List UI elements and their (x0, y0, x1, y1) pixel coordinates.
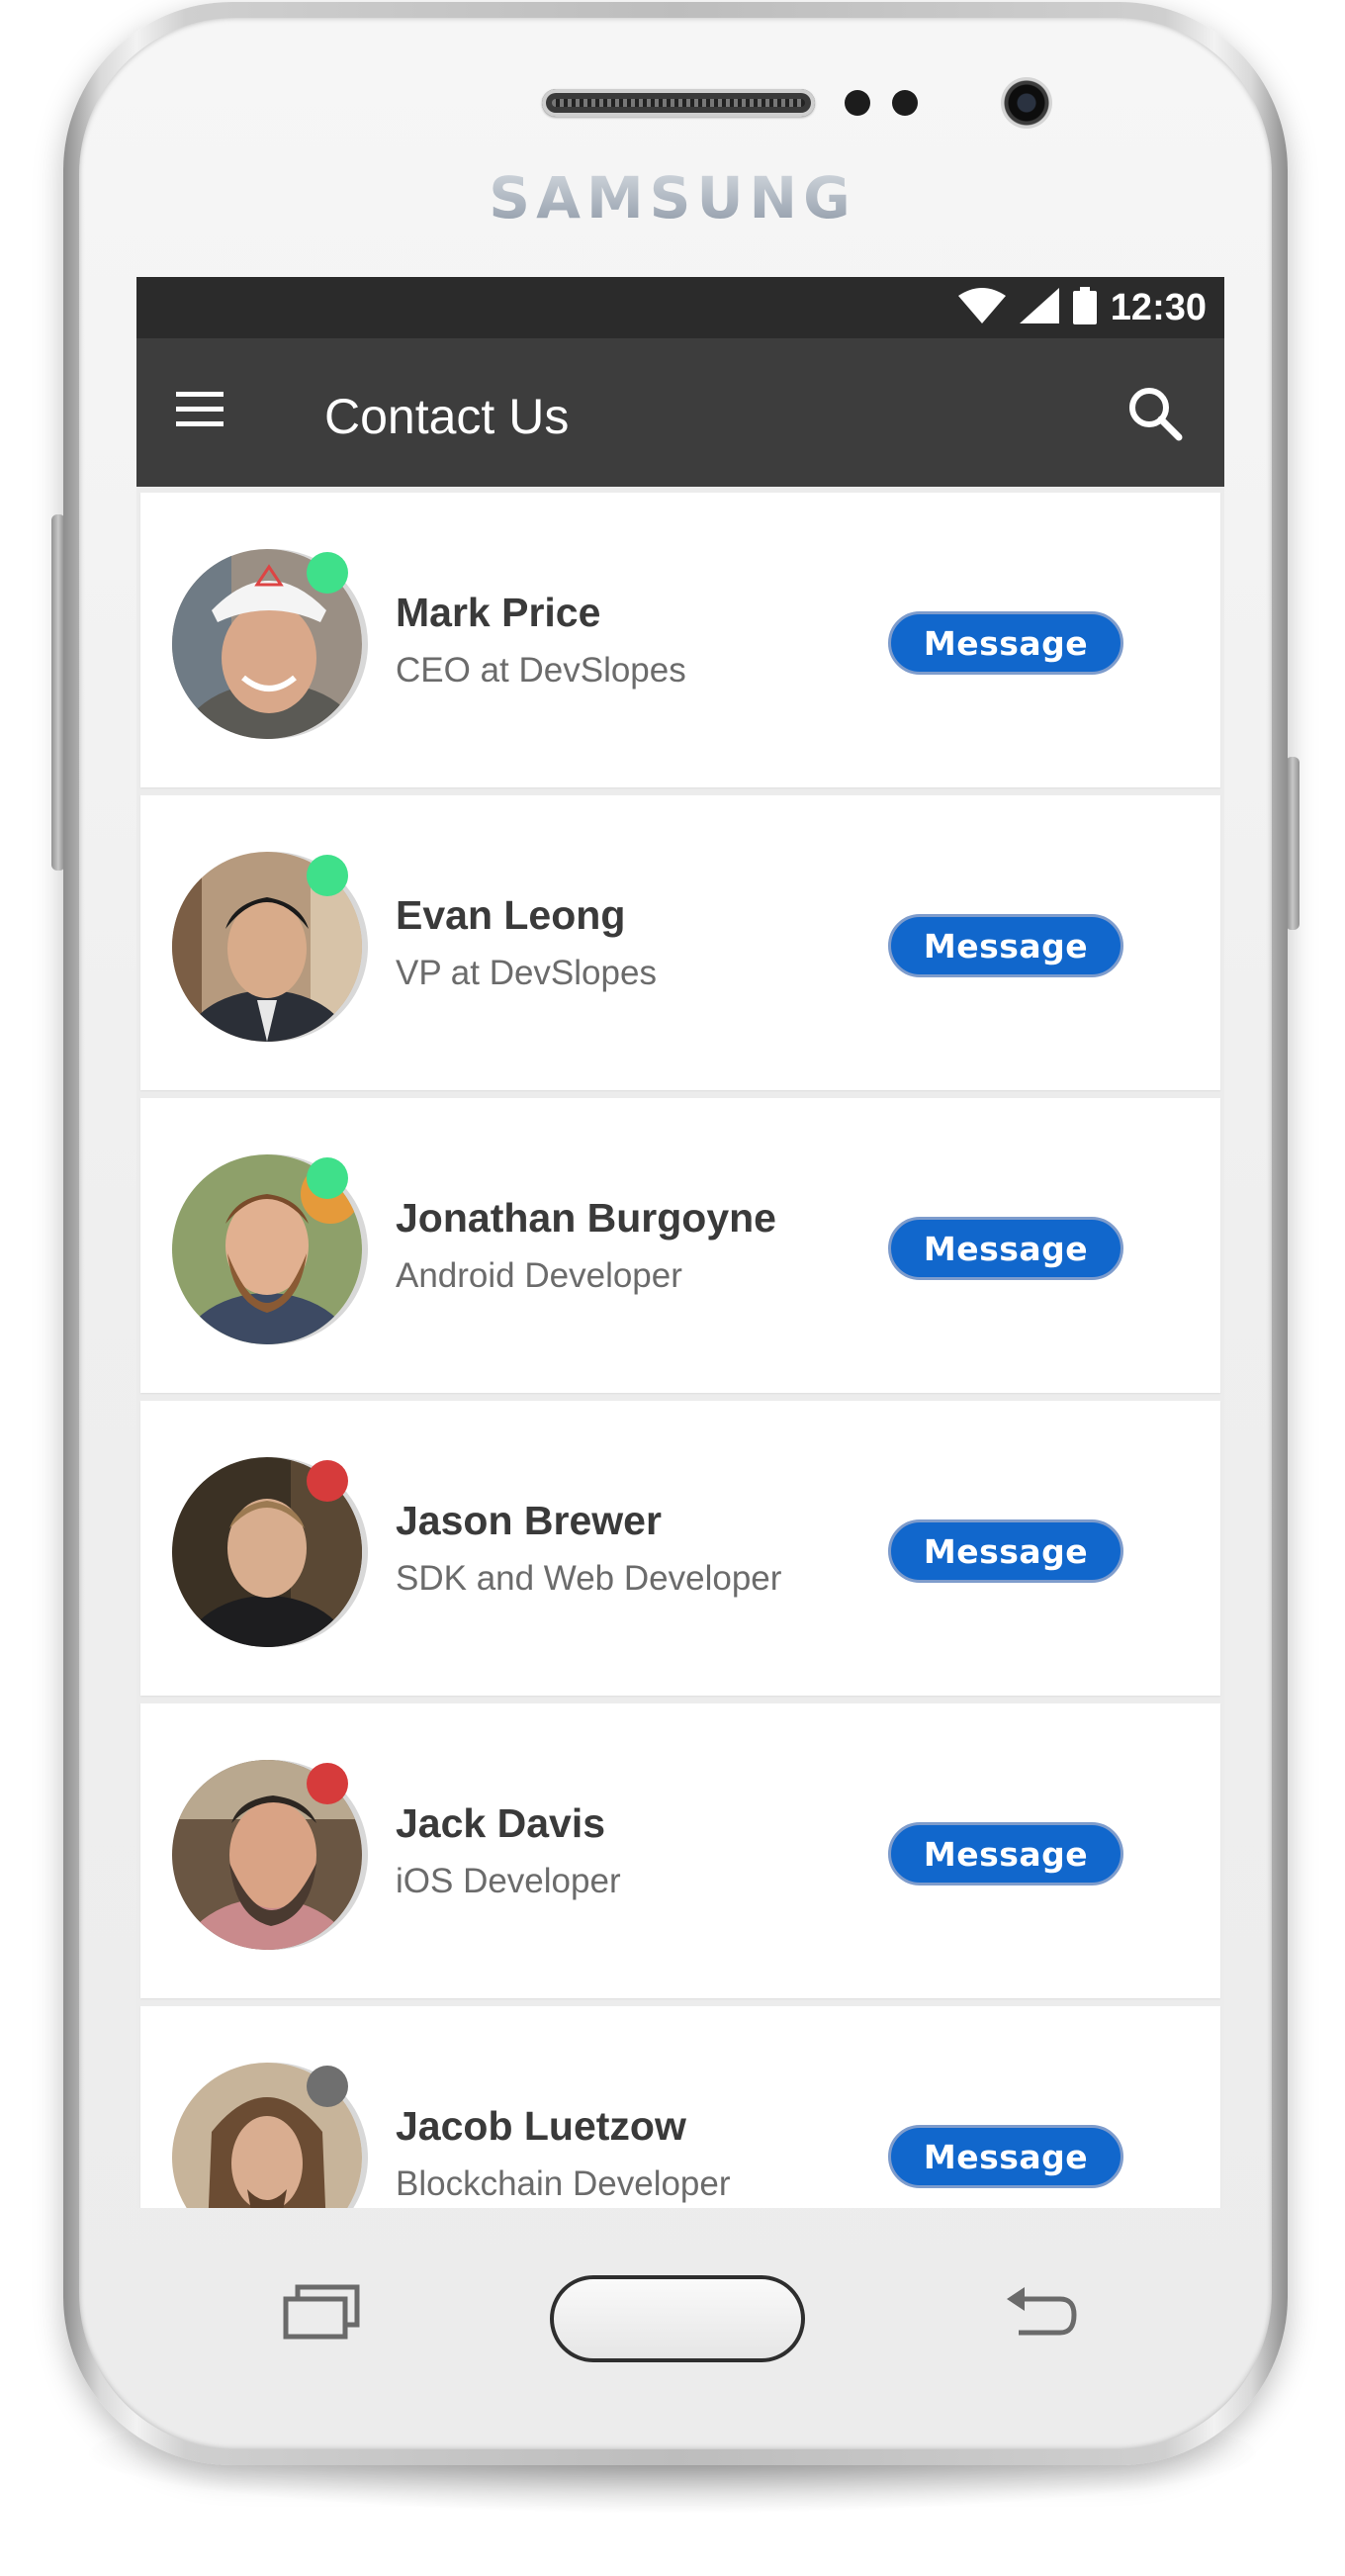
contact-name: Jacob Luetzow (396, 2103, 686, 2149)
contact-name: Jack Davis (396, 1800, 606, 1846)
message-button[interactable]: Message (888, 1217, 1123, 1280)
contact-card[interactable]: Jason Brewer SDK and Web Developer Messa… (140, 1401, 1220, 1696)
busy-status-indicator (307, 1763, 348, 1804)
contact-role: VP at DevSlopes (396, 954, 657, 992)
message-button[interactable]: Message (888, 611, 1123, 675)
contact-role: Android Developer (396, 1256, 682, 1295)
app-bar: Contact Us (136, 338, 1224, 487)
earpiece-speaker (542, 89, 815, 117)
message-button[interactable]: Message (888, 2125, 1123, 2188)
contact-card[interactable]: Jonathan Burgoyne Android Developer Mess… (140, 1098, 1220, 1393)
back-icon[interactable] (999, 2283, 1078, 2343)
signal-icon (1019, 287, 1059, 328)
contact-role: SDK and Web Developer (396, 1559, 782, 1598)
message-button[interactable]: Message (888, 1519, 1123, 1583)
power-button (1286, 757, 1300, 930)
busy-status-indicator (307, 1460, 348, 1502)
screen: 12:30 Contact Us Mark Price CEO at DevSl… (136, 277, 1224, 2208)
contact-role: iOS Developer (396, 1862, 621, 1900)
contact-role: CEO at DevSlopes (396, 651, 686, 690)
message-button[interactable]: Message (888, 914, 1123, 977)
offline-status-indicator (307, 2066, 348, 2107)
contact-card[interactable]: Mark Price CEO at DevSlopes Message (140, 493, 1220, 787)
brand-logo: SAMSUNG (415, 164, 930, 231)
contact-name: Jason Brewer (396, 1498, 662, 1543)
contact-name: Mark Price (396, 590, 601, 635)
online-status-indicator (307, 552, 348, 594)
battery-icon (1072, 286, 1097, 329)
message-button[interactable]: Message (888, 1822, 1123, 1886)
status-time: 12:30 (1110, 286, 1207, 328)
home-button[interactable] (550, 2275, 805, 2362)
recent-apps-icon[interactable] (282, 2281, 361, 2341)
status-bar: 12:30 (136, 277, 1224, 338)
contact-card[interactable]: Jacob Luetzow Blockchain Developer Messa… (140, 2006, 1220, 2208)
light-sensor (892, 90, 918, 116)
online-status-indicator (307, 1157, 348, 1199)
wifi-icon (957, 287, 1006, 328)
page-title: Contact Us (324, 389, 570, 444)
online-status-indicator (307, 855, 348, 896)
contact-name: Jonathan Burgoyne (396, 1195, 776, 1241)
contact-name: Evan Leong (396, 892, 626, 938)
menu-icon[interactable] (172, 388, 227, 431)
search-icon[interactable] (1125, 384, 1185, 443)
contact-card[interactable]: Jack Davis iOS Developer Message (140, 1703, 1220, 1998)
front-camera (1001, 77, 1052, 129)
contact-role: Blockchain Developer (396, 2164, 731, 2203)
proximity-sensor (845, 90, 870, 116)
contact-card[interactable]: Evan Leong VP at DevSlopes Message (140, 795, 1220, 1090)
